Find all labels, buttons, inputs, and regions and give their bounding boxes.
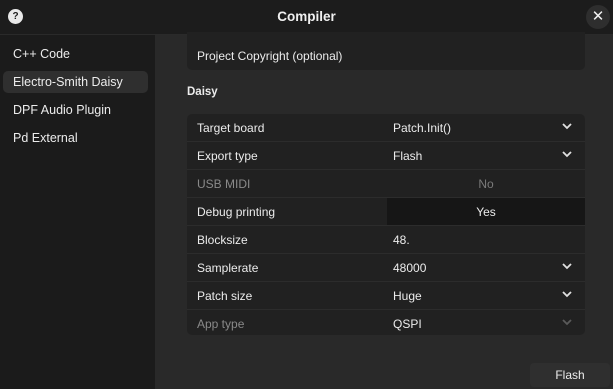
samplerate-label: Samplerate [197,261,259,275]
chevron-down-icon[interactable] [561,260,573,272]
row-debug-printing[interactable]: Debug printing Yes [187,198,585,226]
daisy-settings-panel: Target board Patch.Init() Export type Fl… [187,114,585,335]
row-usb-midi: USB MIDI No [187,170,585,198]
chevron-down-icon [562,319,572,326]
export-type-value[interactable]: Flash [393,149,422,163]
sidebar-item-cpp-code[interactable]: C++ Code [3,43,148,65]
usb-midi-label: USB MIDI [197,177,251,191]
row-samplerate[interactable]: Samplerate 48000 [187,254,585,282]
chevron-down-icon[interactable] [561,148,573,160]
target-board-label: Target board [197,121,265,135]
patch-size-label: Patch size [197,289,253,303]
flash-button[interactable]: Flash [530,363,610,387]
app-type-value: QSPI [393,317,422,331]
row-blocksize[interactable]: Blocksize 48. [187,226,585,254]
blocksize-label: Blocksize [197,233,248,247]
target-board-value[interactable]: Patch.Init() [393,121,451,135]
window-title: Compiler [277,9,336,24]
chevron-down-icon[interactable] [561,120,573,132]
sidebar-item-dpf-audio-plugin[interactable]: DPF Audio Plugin [3,99,148,121]
blocksize-input[interactable]: 48. [393,233,410,247]
debug-printing-label: Debug printing [197,205,276,219]
row-app-type: App type QSPI [187,310,585,338]
usb-midi-toggle: No [478,177,494,191]
sidebar-item-pd-external[interactable]: Pd External [3,127,148,149]
samplerate-value[interactable]: 48000 [393,261,426,275]
chevron-down-icon[interactable] [561,288,573,300]
export-type-label: Export type [197,149,258,163]
close-icon: ✕ [591,8,605,25]
app-type-label: App type [197,317,245,331]
main-panel: Project Copyright (optional) Daisy Targe… [155,32,613,389]
row-export-type[interactable]: Export type Flash [187,142,585,170]
patch-size-value[interactable]: Huge [393,289,422,303]
copyright-field[interactable]: Project Copyright (optional) [197,49,342,63]
sidebar: C++ Code Electro-Smith Daisy DPF Audio P… [0,35,156,389]
close-button[interactable]: ✕ [586,5,610,29]
title-bar: ? Compiler ✕ [0,0,613,35]
section-title-daisy: Daisy [187,86,218,98]
row-target-board[interactable]: Target board Patch.Init() [187,114,585,142]
row-patch-size[interactable]: Patch size Huge [187,282,585,310]
copyright-panel: Project Copyright (optional) [187,32,585,70]
debug-printing-value[interactable]: Yes [387,205,585,219]
sidebar-item-electro-smith-daisy[interactable]: Electro-Smith Daisy [3,71,148,93]
